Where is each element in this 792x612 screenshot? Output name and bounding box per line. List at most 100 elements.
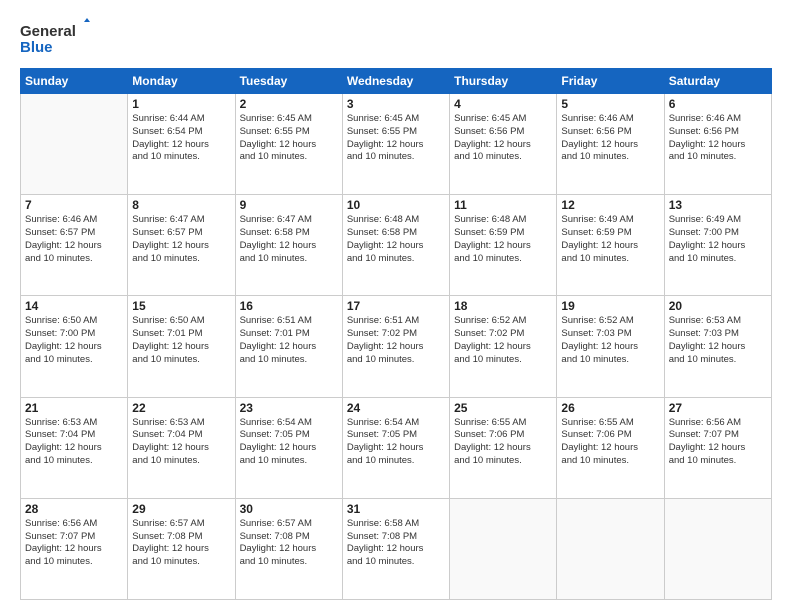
day-number: 18 <box>454 299 552 313</box>
day-number: 9 <box>240 198 338 212</box>
day-number: 31 <box>347 502 445 516</box>
column-header-sunday: Sunday <box>21 69 128 94</box>
day-number: 15 <box>132 299 230 313</box>
day-number: 7 <box>25 198 123 212</box>
day-info: Sunrise: 6:53 AMSunset: 7:04 PMDaylight:… <box>25 417 123 468</box>
calendar-cell: 2 Sunrise: 6:45 AMSunset: 6:55 PMDaylight… <box>235 94 342 195</box>
day-number: 24 <box>347 401 445 415</box>
calendar-cell: 15Sunrise: 6:50 AMSunset: 7:01 PMDayligh… <box>128 296 235 397</box>
logo: General Blue <box>20 18 90 58</box>
day-number: 11 <box>454 198 552 212</box>
day-info: Sunrise: 6:55 AMSunset: 7:06 PMDaylight:… <box>454 417 552 468</box>
day-number: 19 <box>561 299 659 313</box>
day-info: Sunrise: 6:48 AMSunset: 6:58 PMDaylight:… <box>347 214 445 265</box>
calendar-week-3: 14Sunrise: 6:50 AMSunset: 7:00 PMDayligh… <box>21 296 772 397</box>
calendar-cell: 30 Sunrise: 6:57 AMSunset: 7:08 PMDayligh… <box>235 498 342 599</box>
day-number: 4 <box>454 97 552 111</box>
column-header-tuesday: Tuesday <box>235 69 342 94</box>
day-info: Sunrise: 6:52 AMSunset: 7:03 PMDaylight:… <box>561 315 659 366</box>
calendar-cell: 27 Sunrise: 6:56 AMSunset: 7:07 PMDayligh… <box>664 397 771 498</box>
calendar-cell: 25Sunrise: 6:55 AMSunset: 7:06 PMDayligh… <box>450 397 557 498</box>
calendar-cell: 17Sunrise: 6:51 AMSunset: 7:02 PMDayligh… <box>342 296 449 397</box>
calendar-cell: 20Sunrise: 6:53 AMSunset: 7:03 PMDayligh… <box>664 296 771 397</box>
calendar-cell: 22 Sunrise: 6:53 AMSunset: 7:04 PMDayligh… <box>128 397 235 498</box>
page: General Blue SundayMondayTuesdayWednesda… <box>0 0 792 612</box>
calendar-cell: 31 Sunrise: 6:58 AMSunset: 7:08 PMDayligh… <box>342 498 449 599</box>
day-number: 6 <box>669 97 767 111</box>
day-info: Sunrise: 6:49 AMSunset: 7:00 PMDaylight:… <box>669 214 767 265</box>
calendar-week-2: 7 Sunrise: 6:46 AMSunset: 6:57 PMDaylight… <box>21 195 772 296</box>
day-info: Sunrise: 6:55 AMSunset: 7:06 PMDaylight:… <box>561 417 659 468</box>
day-info: Sunrise: 6:46 AMSunset: 6:56 PMDaylight:… <box>561 113 659 164</box>
day-info: Sunrise: 6:50 AMSunset: 7:00 PMDaylight:… <box>25 315 123 366</box>
day-info: Sunrise: 6:44 AMSunset: 6:54 PMDaylight:… <box>132 113 230 164</box>
day-info: Sunrise: 6:46 AMSunset: 6:56 PMDaylight:… <box>669 113 767 164</box>
calendar-cell <box>21 94 128 195</box>
day-info: Sunrise: 6:52 AMSunset: 7:02 PMDaylight:… <box>454 315 552 366</box>
calendar-cell: 11Sunrise: 6:48 AMSunset: 6:59 PMDayligh… <box>450 195 557 296</box>
calendar-cell: 10 Sunrise: 6:48 AMSunset: 6:58 PMDayligh… <box>342 195 449 296</box>
column-header-wednesday: Wednesday <box>342 69 449 94</box>
day-info: Sunrise: 6:45 AMSunset: 6:55 PMDaylight:… <box>240 113 338 164</box>
calendar-cell: 29Sunrise: 6:57 AMSunset: 7:08 PMDayligh… <box>128 498 235 599</box>
column-header-friday: Friday <box>557 69 664 94</box>
day-number: 29 <box>132 502 230 516</box>
calendar-cell: 13 Sunrise: 6:49 AMSunset: 7:00 PMDayligh… <box>664 195 771 296</box>
day-number: 13 <box>669 198 767 212</box>
calendar-week-4: 21 Sunrise: 6:53 AMSunset: 7:04 PMDayligh… <box>21 397 772 498</box>
day-info: Sunrise: 6:45 AMSunset: 6:55 PMDaylight:… <box>347 113 445 164</box>
day-info: Sunrise: 6:56 AMSunset: 7:07 PMDaylight:… <box>669 417 767 468</box>
calendar-cell: 16Sunrise: 6:51 AMSunset: 7:01 PMDayligh… <box>235 296 342 397</box>
logo-svg: General Blue <box>20 18 90 58</box>
day-number: 21 <box>25 401 123 415</box>
header: General Blue <box>20 18 772 58</box>
day-number: 17 <box>347 299 445 313</box>
calendar-cell: 12 Sunrise: 6:49 AMSunset: 6:59 PMDayligh… <box>557 195 664 296</box>
day-number: 26 <box>561 401 659 415</box>
calendar-cell: 21 Sunrise: 6:53 AMSunset: 7:04 PMDayligh… <box>21 397 128 498</box>
column-header-thursday: Thursday <box>450 69 557 94</box>
day-number: 12 <box>561 198 659 212</box>
calendar-cell: 7 Sunrise: 6:46 AMSunset: 6:57 PMDaylight… <box>21 195 128 296</box>
day-number: 2 <box>240 97 338 111</box>
day-info: Sunrise: 6:56 AMSunset: 7:07 PMDaylight:… <box>25 518 123 569</box>
day-info: Sunrise: 6:49 AMSunset: 6:59 PMDaylight:… <box>561 214 659 265</box>
day-info: Sunrise: 6:54 AMSunset: 7:05 PMDaylight:… <box>240 417 338 468</box>
day-info: Sunrise: 6:53 AMSunset: 7:03 PMDaylight:… <box>669 315 767 366</box>
day-info: Sunrise: 6:46 AMSunset: 6:57 PMDaylight:… <box>25 214 123 265</box>
calendar-cell: 8Sunrise: 6:47 AMSunset: 6:57 PMDaylight… <box>128 195 235 296</box>
calendar-cell: 28 Sunrise: 6:56 AMSunset: 7:07 PMDayligh… <box>21 498 128 599</box>
calendar-week-1: 1 Sunrise: 6:44 AMSunset: 6:54 PMDaylight… <box>21 94 772 195</box>
calendar-cell: 5 Sunrise: 6:46 AMSunset: 6:56 PMDaylight… <box>557 94 664 195</box>
calendar-cell: 14Sunrise: 6:50 AMSunset: 7:00 PMDayligh… <box>21 296 128 397</box>
day-number: 27 <box>669 401 767 415</box>
calendar-week-5: 28 Sunrise: 6:56 AMSunset: 7:07 PMDayligh… <box>21 498 772 599</box>
calendar-cell: 6 Sunrise: 6:46 AMSunset: 6:56 PMDaylight… <box>664 94 771 195</box>
day-info: Sunrise: 6:54 AMSunset: 7:05 PMDaylight:… <box>347 417 445 468</box>
day-number: 5 <box>561 97 659 111</box>
calendar-cell: 3Sunrise: 6:45 AMSunset: 6:55 PMDaylight… <box>342 94 449 195</box>
day-number: 28 <box>25 502 123 516</box>
calendar-cell: 26 Sunrise: 6:55 AMSunset: 7:06 PMDayligh… <box>557 397 664 498</box>
calendar-table: SundayMondayTuesdayWednesdayThursdayFrid… <box>20 68 772 600</box>
day-number: 22 <box>132 401 230 415</box>
calendar-cell: 19 Sunrise: 6:52 AMSunset: 7:03 PMDayligh… <box>557 296 664 397</box>
day-info: Sunrise: 6:57 AMSunset: 7:08 PMDaylight:… <box>240 518 338 569</box>
day-info: Sunrise: 6:53 AMSunset: 7:04 PMDaylight:… <box>132 417 230 468</box>
day-info: Sunrise: 6:45 AMSunset: 6:56 PMDaylight:… <box>454 113 552 164</box>
day-number: 10 <box>347 198 445 212</box>
calendar-cell <box>557 498 664 599</box>
day-number: 16 <box>240 299 338 313</box>
svg-text:Blue: Blue <box>20 39 53 56</box>
column-header-monday: Monday <box>128 69 235 94</box>
day-number: 1 <box>132 97 230 111</box>
calendar-cell <box>664 498 771 599</box>
svg-text:General: General <box>20 23 76 40</box>
calendar-cell <box>450 498 557 599</box>
day-info: Sunrise: 6:58 AMSunset: 7:08 PMDaylight:… <box>347 518 445 569</box>
calendar-cell: 1 Sunrise: 6:44 AMSunset: 6:54 PMDaylight… <box>128 94 235 195</box>
calendar-cell: 4 Sunrise: 6:45 AMSunset: 6:56 PMDaylight… <box>450 94 557 195</box>
calendar-cell: 18 Sunrise: 6:52 AMSunset: 7:02 PMDayligh… <box>450 296 557 397</box>
day-number: 8 <box>132 198 230 212</box>
day-number: 30 <box>240 502 338 516</box>
